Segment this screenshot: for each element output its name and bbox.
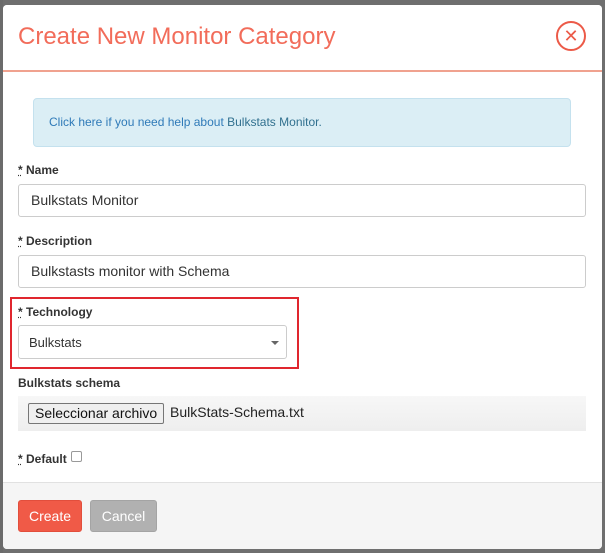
- default-label: * Default: [18, 452, 67, 466]
- help-subject: Bulkstats Monitor.: [227, 115, 322, 129]
- required-mark: *: [18, 234, 23, 248]
- create-monitor-category-dialog: Create New Monitor Category ✕ Click here…: [3, 5, 602, 549]
- description-label-text: Description: [26, 234, 93, 248]
- technology-select[interactable]: Bulkstats: [18, 325, 287, 359]
- name-label: * Name: [18, 163, 59, 177]
- required-mark: *: [18, 452, 23, 466]
- chevron-down-icon: [271, 341, 279, 345]
- close-button[interactable]: ✕: [556, 21, 586, 51]
- name-label-text: Name: [26, 163, 59, 177]
- modal-footer: Create Cancel: [3, 482, 602, 549]
- description-label: * Description: [18, 234, 92, 248]
- schema-file-input: Seleccionar archivo BulkStats-Schema.txt: [18, 396, 586, 431]
- create-button[interactable]: Create: [18, 500, 82, 532]
- required-mark: *: [18, 305, 23, 319]
- cancel-button[interactable]: Cancel: [90, 500, 157, 532]
- required-mark: *: [18, 163, 23, 177]
- modal-body: Click here if you need help about Bulkst…: [3, 74, 602, 482]
- default-checkbox[interactable]: [71, 451, 82, 462]
- selected-file-name: BulkStats-Schema.txt: [170, 404, 304, 420]
- description-input[interactable]: Bulkstasts monitor with Schema: [18, 255, 586, 288]
- help-link[interactable]: Click here if you need help about: [49, 115, 224, 129]
- technology-label: * Technology: [18, 305, 92, 319]
- technology-label-text: Technology: [26, 305, 93, 319]
- default-label-text: Default: [26, 452, 67, 466]
- modal-header: Create New Monitor Category ✕: [3, 5, 602, 72]
- technology-selected-value: Bulkstats: [29, 335, 82, 350]
- modal-title: Create New Monitor Category: [18, 23, 336, 50]
- help-alert: Click here if you need help about Bulkst…: [33, 98, 571, 147]
- schema-label: Bulkstats schema: [18, 376, 121, 390]
- name-input[interactable]: Bulkstats Monitor: [18, 184, 586, 217]
- choose-file-button[interactable]: Seleccionar archivo: [28, 403, 165, 424]
- close-icon: ✕: [563, 25, 579, 46]
